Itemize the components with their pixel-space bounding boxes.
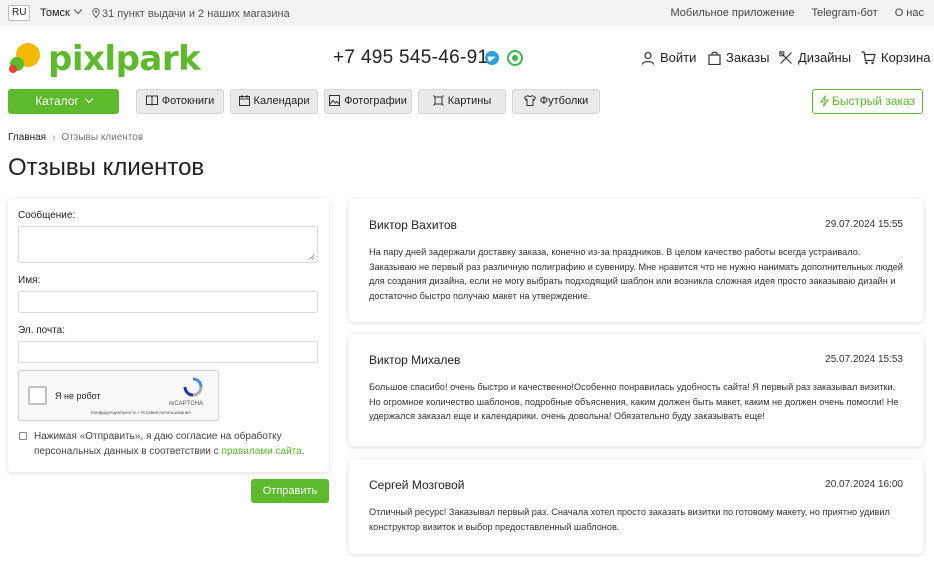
cart-label: Корзина	[881, 50, 931, 65]
site-logo[interactable]: pixlpark	[8, 38, 201, 79]
top-links: Мобильное приложение Telegram-бот О нас	[657, 7, 925, 19]
category-photos[interactable]: Фотографии	[324, 89, 412, 114]
category-label: Футболки	[539, 95, 589, 107]
about-link[interactable]: О нас	[895, 7, 924, 19]
user-icon	[641, 51, 655, 65]
category-label: Фотографии	[344, 95, 407, 107]
orders-link[interactable]: Заказы	[708, 50, 769, 65]
category-label: Календари	[253, 95, 310, 107]
logo-text: pixlpark	[48, 39, 201, 79]
calendar-icon	[238, 95, 250, 106]
book-icon	[145, 95, 158, 106]
breadcrumb-home[interactable]: Главная	[8, 132, 46, 143]
message-label: Сообщение:	[18, 210, 76, 221]
consent-checkbox[interactable]	[19, 432, 27, 440]
review-card: Виктор Михалев 25.07.2024 15:53 Большое …	[349, 334, 923, 446]
telegram-bot-link[interactable]: Telegram-бот	[812, 7, 878, 19]
catalog-button[interactable]: Каталог	[8, 89, 119, 114]
lightning-icon	[820, 95, 829, 107]
review-card: Сергей Мозговой 20.07.2024 16:00 Отличны…	[349, 459, 923, 554]
recaptcha-widget: Я не робот reCAPTCHA Конфиденциальность …	[18, 370, 219, 421]
site-rules-link[interactable]: правилами сайта	[221, 446, 301, 457]
category-label: Фотокниги	[161, 95, 215, 107]
category-calendars[interactable]: Календари	[230, 89, 318, 114]
catalog-label: Каталог	[35, 94, 79, 108]
breadcrumb-separator-icon: ›	[52, 132, 56, 143]
designs-link[interactable]: Дизайны	[779, 50, 851, 65]
page-title: Отзывы клиентов	[8, 154, 205, 181]
breadcrumb: Главная › Отзывы клиентов	[8, 132, 143, 143]
design-tools-icon	[779, 50, 792, 64]
quick-order-label: Быстрый заказ	[831, 94, 916, 108]
recaptcha-brand: reCAPTCHA	[169, 401, 204, 407]
logo-mark-icon	[9, 43, 40, 73]
whatsapp-icon[interactable]	[507, 50, 523, 66]
review-author: Виктор Михалев	[369, 353, 461, 367]
pickup-label: 31 пункт выдачи и 2 наших магазина	[102, 8, 290, 20]
city-selector[interactable]: Томск	[40, 5, 83, 19]
submit-button[interactable]: Отправить	[251, 479, 329, 503]
category-label: Картины	[447, 95, 492, 107]
email-label: Эл. почта:	[18, 325, 66, 336]
review-form: Сообщение: Имя: Эл. почта: Я не робот re…	[8, 198, 329, 472]
login-link[interactable]: Войти	[641, 50, 696, 65]
city-label: Томск	[40, 7, 70, 19]
message-textarea[interactable]	[18, 226, 318, 263]
email-input[interactable]	[18, 341, 318, 363]
review-date: 25.07.2024 15:53	[825, 354, 903, 365]
recaptcha-checkbox[interactable]	[28, 386, 47, 405]
review-card: Виктор Вахитов 29.07.2024 15:55 На пару …	[349, 199, 923, 322]
tshirt-icon	[523, 94, 536, 106]
category-canvases[interactable]: Картины	[418, 89, 506, 114]
cart-icon	[861, 50, 876, 64]
phone-number[interactable]: +7 495 545-46-91	[333, 47, 488, 69]
category-photobooks[interactable]: Фотокниги	[136, 89, 224, 114]
language-selector[interactable]: RU	[8, 5, 31, 21]
review-date: 29.07.2024 15:55	[825, 219, 903, 230]
image-icon	[329, 95, 341, 106]
recaptcha-logo-icon	[183, 377, 203, 397]
recaptcha-terms[interactable]: Конфиденциальность • Условия использован…	[91, 410, 191, 415]
consent-text: Нажимая «Отправить», я даю согласие на о…	[34, 429, 314, 459]
name-input[interactable]	[18, 291, 318, 313]
chevron-down-icon	[73, 5, 83, 15]
designs-label: Дизайны	[798, 50, 852, 65]
breadcrumb-current: Отзывы клиентов	[61, 132, 144, 143]
mobile-app-link[interactable]: Мобильное приложение	[671, 7, 795, 19]
login-label: Войти	[660, 50, 697, 65]
location-pin-icon	[92, 7, 100, 19]
chevron-down-icon	[84, 94, 94, 104]
pickup-points-link[interactable]: 31 пункт выдачи и 2 наших магазина	[92, 7, 290, 20]
orders-label: Заказы	[726, 50, 770, 65]
frame-icon	[432, 95, 444, 106]
bag-icon	[708, 51, 721, 65]
review-author: Сергей Мозговой	[369, 478, 465, 492]
quick-order-button[interactable]: Быстрый заказ	[812, 89, 923, 114]
review-date: 20.07.2024 16:00	[825, 479, 903, 490]
cart-link[interactable]: Корзина	[861, 50, 931, 65]
resize-handle-icon	[309, 254, 315, 260]
recaptcha-label: Я не робот	[55, 391, 101, 401]
review-text: Отличный ресурс! Заказывал первый раз. С…	[369, 507, 890, 532]
top-bar: RU Томск 31 пункт выдачи и 2 наших магаз…	[0, 0, 934, 26]
consent-end: .	[301, 446, 305, 457]
review-author: Виктор Вахитов	[369, 218, 457, 232]
review-text: Большое спасибо! очень быстро и качестве…	[369, 382, 899, 421]
name-label: Имя:	[18, 275, 41, 286]
review-text: На пару дней задержали доставку заказа, …	[369, 247, 903, 301]
telegram-icon[interactable]	[485, 51, 499, 65]
category-tshirts[interactable]: Футболки	[512, 89, 600, 114]
